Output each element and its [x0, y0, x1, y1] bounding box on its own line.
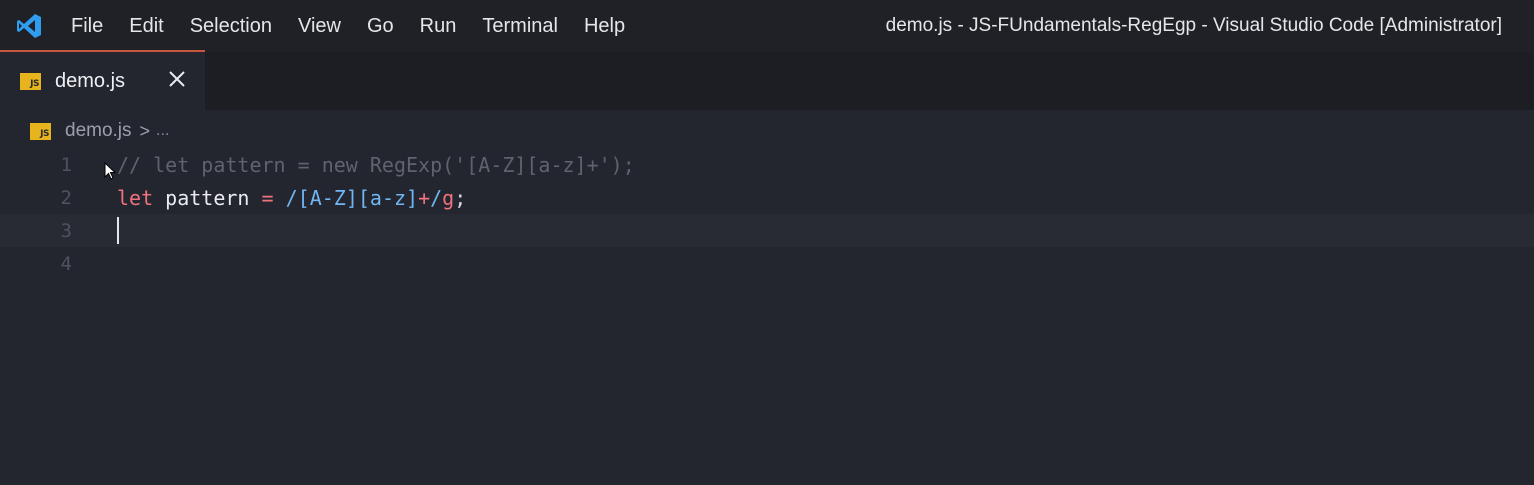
- menu-item-terminal[interactable]: Terminal: [469, 0, 571, 52]
- close-icon[interactable]: [166, 68, 188, 90]
- code-token-id: pattern: [165, 185, 250, 210]
- js-file-icon: JS: [20, 72, 41, 90]
- menu-item-file[interactable]: File: [58, 0, 116, 52]
- code-token-kw: let: [117, 185, 154, 210]
- code-line[interactable]: 3: [0, 214, 1534, 247]
- code-token-op: +: [418, 185, 431, 210]
- line-number: 3: [60, 219, 72, 242]
- code-line[interactable]: 1 // let pattern = new RegExp('[A-Z][a-z]…: [0, 148, 1534, 181]
- menu-bar: File Edit Selection View Go Run Terminal Help: [58, 0, 638, 52]
- code-token-punc: ;: [454, 185, 467, 210]
- breadcrumb: JS demo.js > ...: [30, 118, 169, 144]
- line-number: 2: [60, 186, 72, 209]
- menu-item-view[interactable]: View: [285, 0, 354, 52]
- vscode-logo-icon[interactable]: [0, 0, 58, 52]
- tab-label: demo.js: [55, 69, 126, 92]
- code-token-op: =: [261, 185, 274, 210]
- menu-item-help[interactable]: Help: [571, 0, 638, 52]
- tab-demo-js[interactable]: JS demo.js: [0, 52, 205, 110]
- line-number: 1: [60, 153, 72, 176]
- code-token-punc: [153, 186, 165, 210]
- code-token-re: /[A-Z][a-z]: [285, 185, 419, 210]
- breadcrumb-more[interactable]: ...: [156, 122, 169, 140]
- mouse-pointer-icon: [104, 161, 118, 187]
- menu-item-go[interactable]: Go: [354, 0, 407, 52]
- code-line[interactable]: 2 let pattern = /[A-Z][a-z]+/g;: [0, 181, 1534, 214]
- js-file-icon: JS: [30, 122, 51, 140]
- window-title: demo.js - JS-FUndamentals-RegEgp - Visua…: [885, 15, 1502, 36]
- code-line[interactable]: 4: [0, 247, 1534, 280]
- menu-item-run[interactable]: Run: [407, 0, 470, 52]
- line-code: // let pattern = new RegExp('[A-Z][a-z]+…: [117, 153, 635, 177]
- code-token-punc: [274, 186, 286, 210]
- code-editor[interactable]: 1 // let pattern = new RegExp('[A-Z][a-z]…: [0, 148, 1534, 485]
- menu-item-edit[interactable]: Edit: [116, 0, 176, 52]
- line-number: 4: [60, 252, 72, 275]
- line-code: let pattern = /[A-Z][a-z]+/g;: [117, 186, 466, 210]
- code-token-punc: [249, 186, 261, 210]
- chevron-right-icon: >: [139, 120, 151, 141]
- code-token-re: /: [430, 185, 443, 210]
- menu-item-selection[interactable]: Selection: [177, 0, 285, 52]
- tab-bar: JS demo.js: [0, 52, 1534, 110]
- breadcrumb-file[interactable]: demo.js: [65, 120, 132, 142]
- code-token-comment: // let pattern = new RegExp('[A-Z][a-z]+…: [117, 152, 635, 177]
- code-token-flag: g: [442, 185, 455, 210]
- title-bar: File Edit Selection View Go Run Terminal Help d…: [0, 0, 1534, 52]
- text-cursor: [117, 217, 119, 244]
